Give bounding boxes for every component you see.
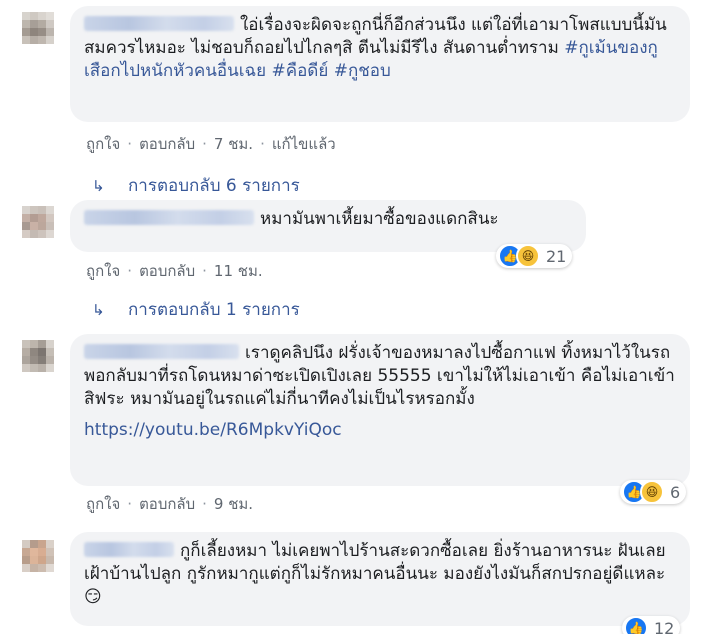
reaction-count: 12 xyxy=(654,618,675,634)
replies-label: การตอบกลับ 1 รายการ xyxy=(128,300,300,320)
reaction-summary[interactable]: 👍 12 xyxy=(622,616,681,634)
haha-reaction-icon: 😆 xyxy=(516,244,540,268)
timestamp[interactable]: 11 ชม. xyxy=(214,262,263,280)
commenter-name[interactable] xyxy=(84,542,174,557)
reaction-count: 6 xyxy=(670,482,681,502)
reply-arrow-icon: ↳ xyxy=(92,177,105,195)
like-reaction-icon: 👍 xyxy=(624,616,648,634)
youtube-link[interactable]: https://youtu.be/R6MpkvYiQoc xyxy=(84,419,676,442)
reply-link[interactable]: ตอบกลับ xyxy=(139,135,195,153)
reaction-summary[interactable]: 👍 😆 21 xyxy=(496,244,573,268)
avatar[interactable] xyxy=(22,12,54,44)
reply-link[interactable]: ตอบกลับ xyxy=(139,495,195,513)
reply-arrow-icon: ↳ xyxy=(92,301,105,319)
comment-bubble: เราดูคลิปนึง ฝรั่งเจ้าของหมาลงไปซื้อกาแฟ… xyxy=(70,334,690,486)
like-link[interactable]: ถูกใจ xyxy=(86,262,120,280)
separator: · xyxy=(202,262,207,280)
reply-link[interactable]: ตอบกลับ xyxy=(139,262,195,280)
view-replies-link[interactable]: ↳ การตอบกลับ 6 รายการ xyxy=(92,172,300,199)
comment-bubble: ใอ่เรื่องจะผิดจะถูกนี่ก็อีกส่วนนึง แต่ใอ… xyxy=(70,6,690,122)
haha-reaction-icon: 😆 xyxy=(640,480,664,504)
comment-actions: ถูกใจ · ตอบกลับ · 9 ชม. xyxy=(86,492,253,516)
comment-actions: ถูกใจ · ตอบกลับ · 11 ชม. xyxy=(86,259,263,283)
separator: · xyxy=(127,495,133,513)
hashtag[interactable]: #คือดีย์ xyxy=(271,61,328,81)
avatar[interactable] xyxy=(22,206,54,238)
commenter-name[interactable] xyxy=(84,344,239,359)
comment-feed: ใอ่เรื่องจะผิดจะถูกนี่ก็อีกส่วนนึง แต่ใอ… xyxy=(0,0,704,634)
separator: · xyxy=(127,262,133,280)
reaction-summary[interactable]: 👍 😆 6 xyxy=(620,480,687,504)
timestamp[interactable]: 7 ชม. xyxy=(214,135,253,153)
view-replies-link[interactable]: ↳ การตอบกลับ 1 รายการ xyxy=(92,296,300,323)
avatar[interactable] xyxy=(22,540,54,572)
replies-label: การตอบกลับ 6 รายการ xyxy=(128,176,300,196)
commenter-name[interactable] xyxy=(84,210,254,225)
comment-bubble: กูก็เลี้ยงหมา ไม่เคยพาไปร้านสะดวกซื้อเลย… xyxy=(70,532,690,626)
avatar[interactable] xyxy=(22,340,54,372)
reaction-count: 21 xyxy=(546,246,567,266)
commenter-name[interactable] xyxy=(84,16,234,31)
timestamp[interactable]: 9 ชม. xyxy=(214,495,253,513)
edited-label[interactable]: แก้ไขแล้ว xyxy=(272,135,336,153)
separator: · xyxy=(260,135,265,153)
like-link[interactable]: ถูกใจ xyxy=(86,135,120,153)
like-link[interactable]: ถูกใจ xyxy=(86,495,120,513)
comment-text: หมามันพาเหี้ยมาซื้อของแดกสินะ xyxy=(260,209,499,229)
comment-actions: ถูกใจ · ตอบกลับ · 7 ชม. · แก้ไขแล้ว xyxy=(86,132,336,156)
separator: · xyxy=(202,135,207,153)
separator: · xyxy=(202,495,207,513)
separator: · xyxy=(127,135,133,153)
hashtag[interactable]: #กูชอบ xyxy=(334,61,391,81)
